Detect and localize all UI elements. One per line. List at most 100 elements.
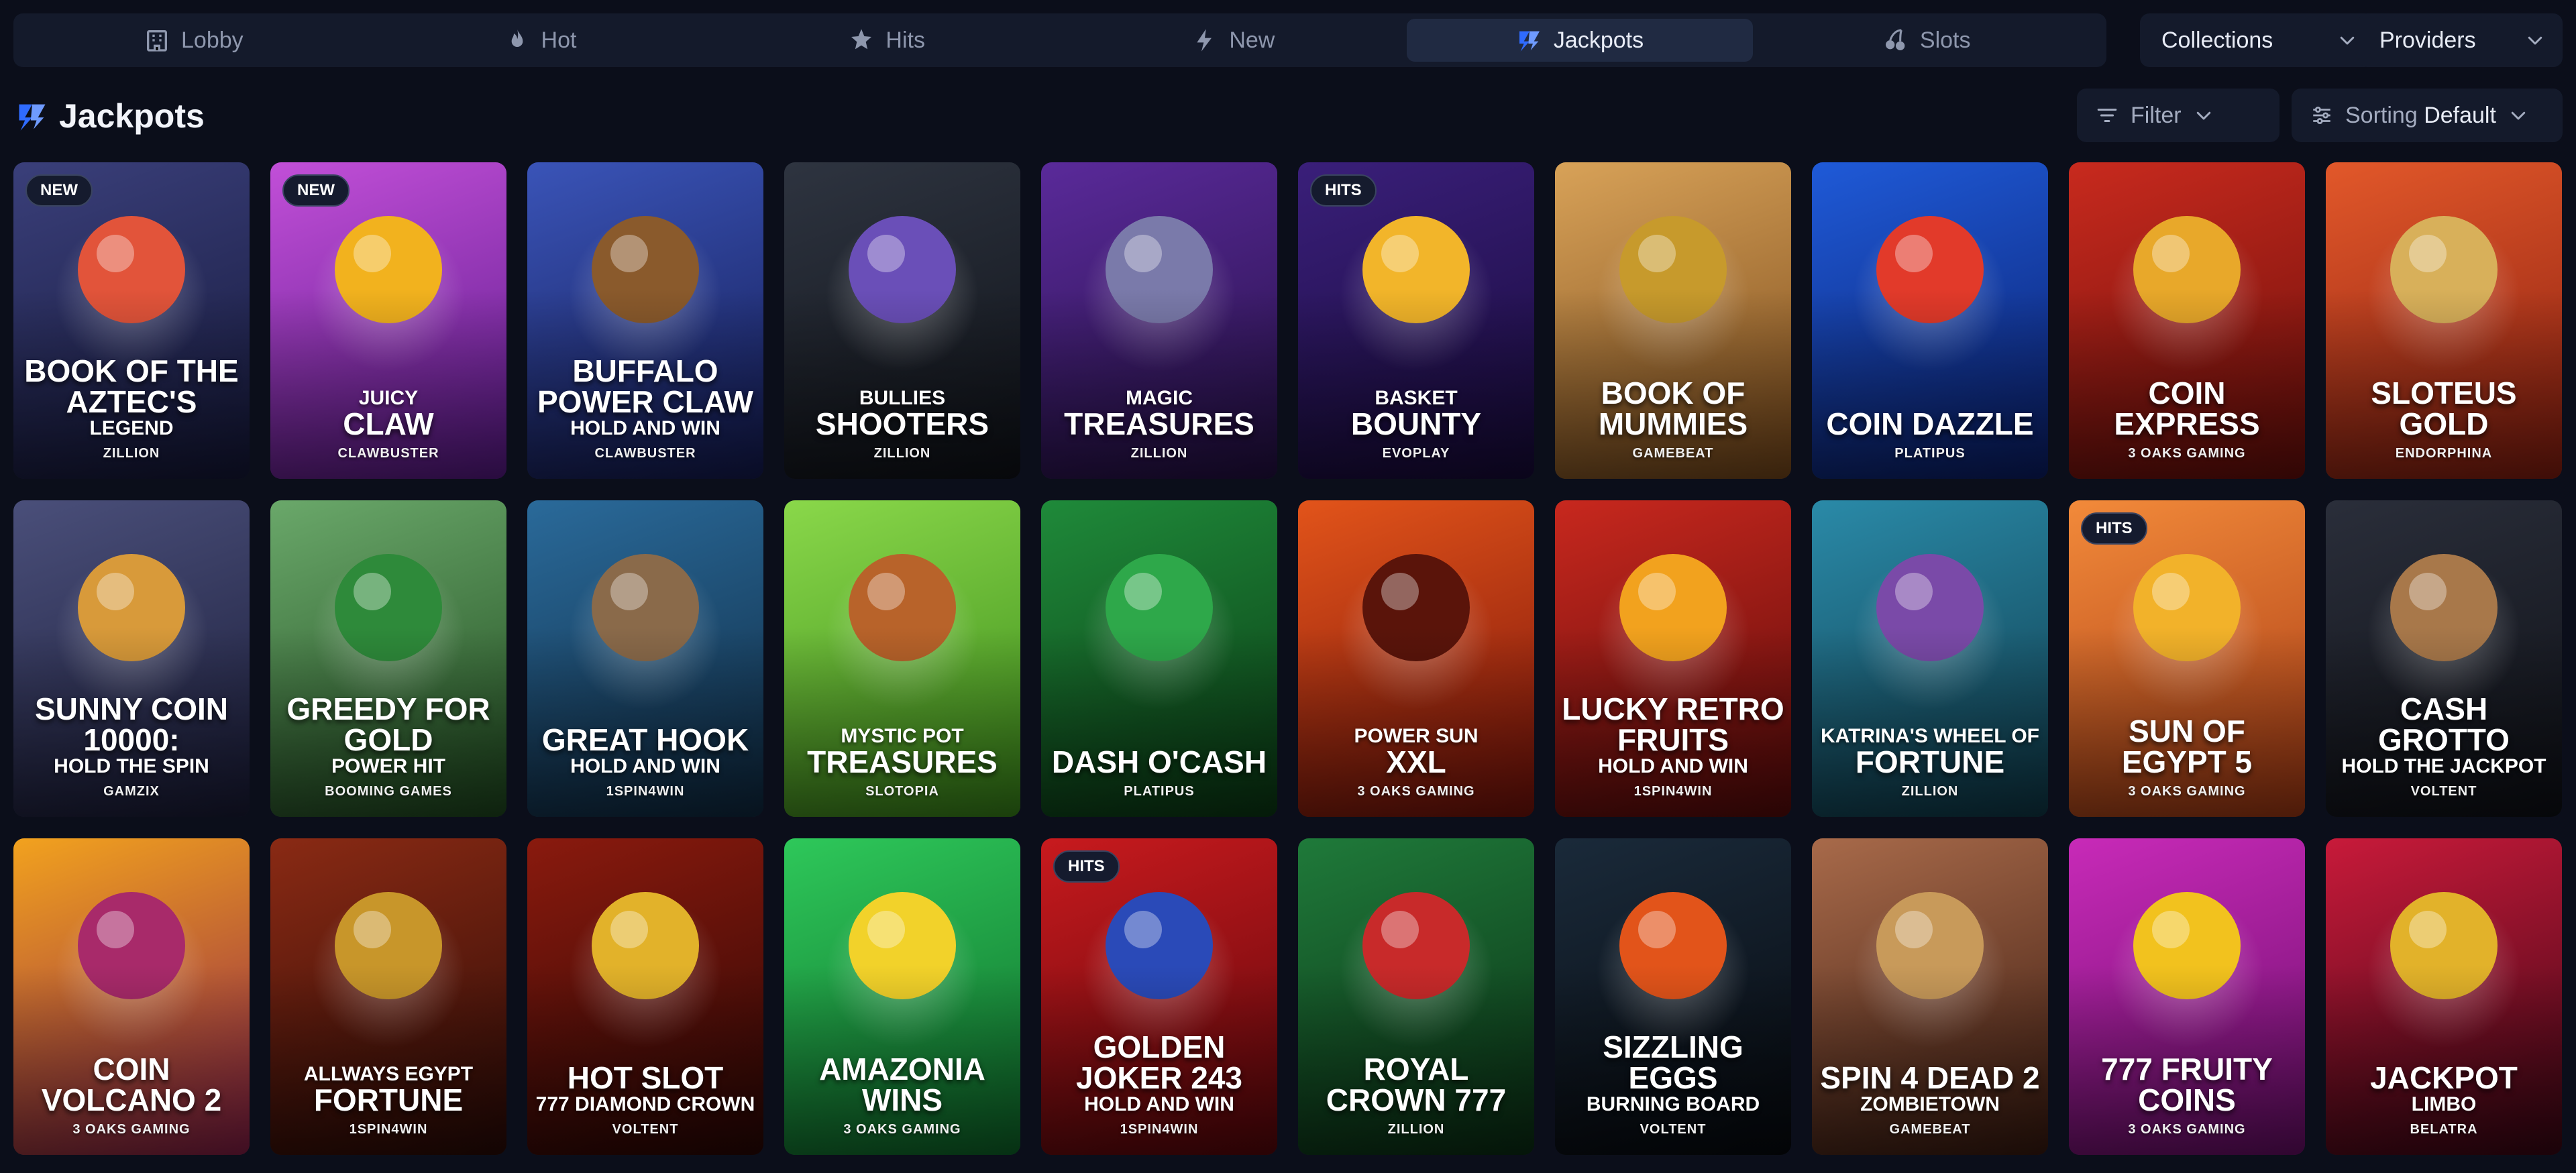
game-title-block: POWER SUN XXL 3 OAKS GAMING [1303,724,1529,800]
game-title-block: JACKPOT LIMBO BELATRA [2331,1062,2557,1137]
game-title-prefix: MYSTIC POT [841,724,964,747]
tab-lobby[interactable]: Lobby [20,19,367,62]
game-card[interactable]: HOT SLOT 777 DIAMOND CROWN VOLTENT [527,838,763,1155]
game-provider: 3 OAKS GAMING [2128,446,2246,461]
game-card[interactable]: 777 FRUITY COINS 3 OAKS GAMING [2069,838,2305,1155]
game-provider: 3 OAKS GAMING [2128,784,2246,799]
game-title: TREASURES [807,744,998,779]
game-title: AMAZONIA WINS [819,1052,985,1117]
game-title-block: SIZZLING EGGS BURNING BOARD VOLTENT [1560,1031,1786,1137]
game-card[interactable]: JACKPOT LIMBO BELATRA [2326,838,2562,1155]
game-card[interactable]: LUCKY RETRO FRUITS HOLD AND WIN 1SPIN4WIN [1555,500,1791,817]
game-title: CLAW [343,406,434,441]
game-card[interactable]: BOOK OF THE AZTEC'S LEGEND ZILLION NEW [13,162,250,479]
providers-label: Providers [2379,27,2476,53]
game-title-block: MAGIC TREASURES ZILLION [1046,387,1272,462]
jackpot-icon [1516,27,1543,54]
game-title-block: BULLIES SHOOTERS ZILLION [790,387,1015,462]
game-title-block: BOOK OF MUMMIES GAMEBEAT [1560,378,1786,461]
category-tabs: Lobby Hot Hits New Jackpots Slots [13,13,2106,67]
game-provider: PLATIPUS [1894,446,1966,461]
game-card[interactable]: SPIN 4 DEAD 2 ZOMBIETOWN GAMEBEAT [1812,838,2048,1155]
game-subtitle: LIMBO [2411,1093,2477,1115]
game-card[interactable]: BULLIES SHOOTERS ZILLION [784,162,1020,479]
game-title-block: COIN DAZZLE PLATIPUS [1817,408,2043,461]
building-icon [144,27,170,54]
game-title-block: GREAT HOOK HOLD AND WIN 1SPIN4WIN [533,724,758,799]
game-title-block: SLOTEUS GOLD ENDORPHINA [2331,378,2557,461]
game-badge: HITS [1053,850,1120,883]
game-title-block: GREEDY FOR GOLD POWER HIT BOOMING GAMES [276,693,501,799]
game-title-prefix: JUICY [358,386,419,409]
game-card[interactable]: SIZZLING EGGS BURNING BOARD VOLTENT [1555,838,1791,1155]
game-card[interactable]: ALLWAYS EGYPT FORTUNE 1SPIN4WIN [270,838,506,1155]
game-card[interactable]: CASH GROTTO HOLD THE JACKPOT VOLTENT [2326,500,2562,817]
game-title-prefix: ALLWAYS EGYPT [303,1062,474,1085]
game-title-block: DASH O'CASH PLATIPUS [1046,746,1272,799]
tab-hot[interactable]: Hot [367,19,714,62]
game-provider: 1SPIN4WIN [349,1122,428,1137]
game-card[interactable]: MAGIC TREASURES ZILLION [1041,162,1277,479]
collections-dropdown[interactable]: Collections [2140,13,2375,67]
chevron-down-icon [2196,111,2210,120]
game-subtitle: HOLD AND WIN [570,755,720,777]
game-card[interactable]: AMAZONIA WINS 3 OAKS GAMING [784,838,1020,1155]
game-card[interactable]: KATRINA'S WHEEL OF FORTUNE ZILLION [1812,500,2048,817]
game-card[interactable]: DASH O'CASH PLATIPUS [1041,500,1277,817]
game-provider: 3 OAKS GAMING [843,1122,961,1137]
game-provider: BOOMING GAMES [325,784,452,799]
tab-hits[interactable]: Hits [713,19,1060,62]
game-title: LUCKY RETRO FRUITS [1562,691,1784,757]
tab-new[interactable]: New [1060,19,1407,62]
game-title: GREEDY FOR GOLD [286,691,490,757]
sliders-icon [2313,106,2330,125]
game-card[interactable]: BOOK OF MUMMIES GAMEBEAT [1555,162,1791,479]
sorting-dropdown[interactable]: Sorting Default [2292,89,2563,142]
game-title: HOT SLOT [567,1060,724,1095]
game-title: COIN EXPRESS [2114,376,2260,441]
game-card[interactable]: COIN EXPRESS 3 OAKS GAMING [2069,162,2305,479]
game-card[interactable]: MYSTIC POT TREASURES SLOTOPIA [784,500,1020,817]
game-card[interactable]: COIN VOLCANO 2 3 OAKS GAMING [13,838,250,1155]
star-burst-icon [848,27,875,54]
game-card[interactable]: POWER SUN XXL 3 OAKS GAMING [1298,500,1534,817]
game-card[interactable]: JUICY CLAW CLAWBUSTER NEW [270,162,506,479]
game-card[interactable]: GREAT HOOK HOLD AND WIN 1SPIN4WIN [527,500,763,817]
game-title: JACKPOT [2370,1060,2518,1095]
game-subtitle: HOLD AND WIN [1598,755,1748,777]
game-provider: CLAWBUSTER [594,446,696,461]
tab-label: New [1229,27,1275,53]
game-subtitle: LEGEND [89,417,174,439]
game-card[interactable]: SUNNY COIN 10000: HOLD THE SPIN GAMZIX [13,500,250,817]
game-card[interactable]: GOLDEN JOKER 243 HOLD AND WIN 1SPIN4WIN HIT… [1041,838,1277,1155]
filter-button[interactable]: Filter [2077,89,2279,142]
tab-slots[interactable]: Slots [1753,19,2100,62]
game-card[interactable]: BUFFALO POWER CLAW HOLD AND WIN CLAWBUSTER [527,162,763,479]
game-title-prefix: POWER SUN [1354,724,1479,747]
game-card[interactable]: GREEDY FOR GOLD POWER HIT BOOMING GAMES [270,500,506,817]
game-provider: ZILLION [1901,784,1959,799]
cherries-icon [1882,27,1909,54]
game-provider: VOLTENT [1640,1122,1707,1137]
game-provider: CLAWBUSTER [337,446,439,461]
game-provider: ZILLION [873,446,931,461]
game-title: COIN VOLCANO 2 [41,1052,222,1117]
game-provider: ZILLION [1130,446,1188,461]
providers-dropdown[interactable]: Providers [2358,13,2563,67]
filter-label: Filter [2131,102,2182,128]
game-provider: 3 OAKS GAMING [1357,784,1475,799]
game-card[interactable]: ROYAL CROWN 777 ZILLION [1298,838,1534,1155]
game-subtitle: HOLD THE JACKPOT [2341,755,2546,777]
game-card[interactable]: SLOTEUS GOLD ENDORPHINA [2326,162,2562,479]
game-card[interactable]: BASKET BOUNTY EVOPLAY HITS [1298,162,1534,479]
game-card[interactable]: COIN DAZZLE PLATIPUS [1812,162,2048,479]
game-subtitle: HOLD THE SPIN [54,755,209,777]
game-title-block: AMAZONIA WINS 3 OAKS GAMING [790,1054,1015,1137]
sorting-text: Sorting Default [2345,103,2496,129]
game-title: GOLDEN JOKER 243 [1075,1029,1242,1095]
game-subtitle: HOLD AND WIN [1084,1093,1234,1115]
tab-jackpots[interactable]: Jackpots [1406,19,1754,62]
game-subtitle: HOLD AND WIN [570,417,720,439]
game-card[interactable]: SUN OF EGYPT 5 3 OAKS GAMING HITS [2069,500,2305,817]
sorting-label: Sorting [2345,102,2418,128]
